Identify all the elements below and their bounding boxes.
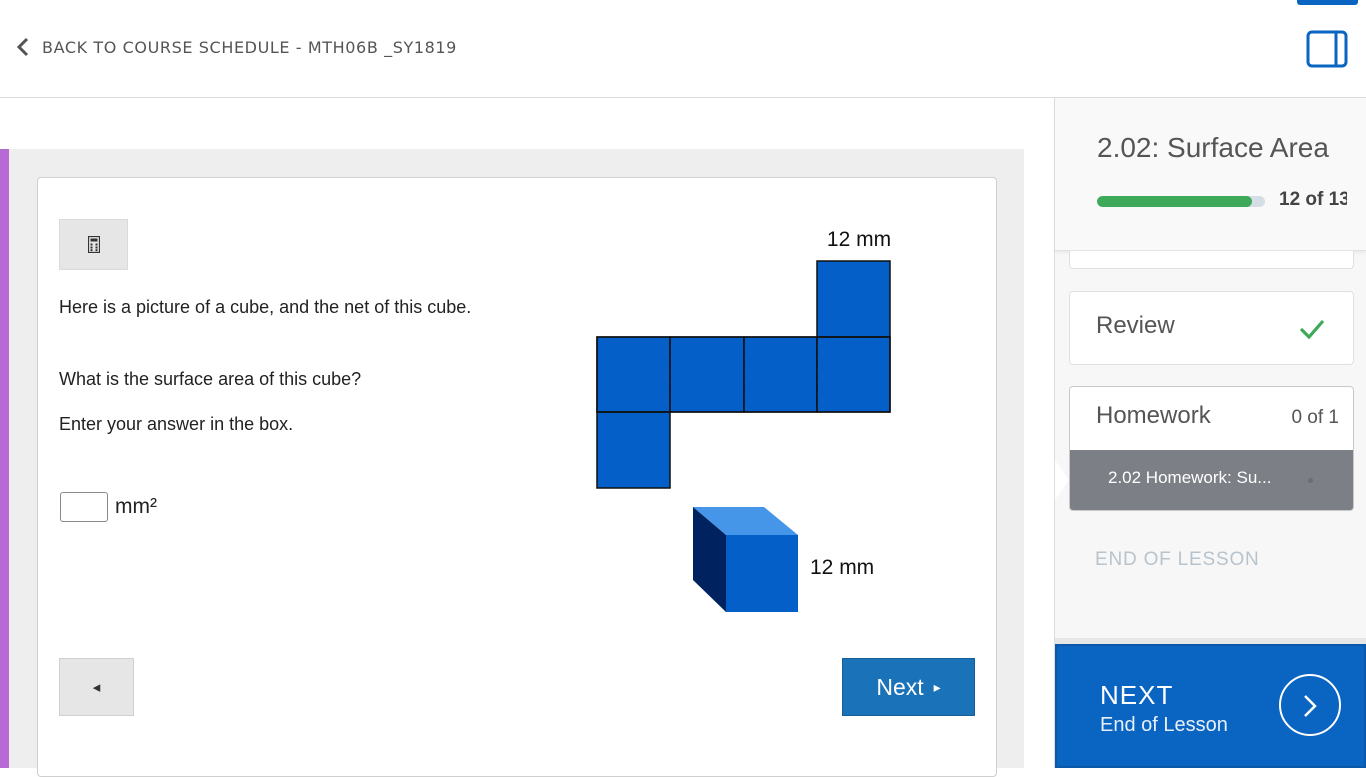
answer-input[interactable]	[60, 492, 108, 522]
homework-label: Homework	[1096, 402, 1211, 429]
answer-unit: mm²	[115, 495, 157, 518]
back-to-course-link[interactable]: BACK TO COURSE SCHEDULE - MTH06B _SY1819	[14, 34, 457, 60]
lesson-progress-fill	[1097, 196, 1252, 207]
review-label: Review	[1096, 312, 1175, 339]
net-face	[596, 336, 671, 413]
net-face	[816, 336, 891, 413]
net-face	[816, 260, 891, 338]
chevron-right-circle-icon[interactable]	[1279, 674, 1341, 736]
chevron-left-icon	[16, 37, 29, 57]
lesson-progress-bar	[1097, 196, 1265, 207]
question-prompt: What is the surface area of this cube?	[59, 369, 362, 389]
lesson-header: 2.02: Surface Area 12 of 13	[1055, 98, 1366, 251]
homework-item[interactable]: 2.02 Homework: Su...	[1070, 450, 1353, 510]
end-of-lesson-label: END OF LESSON	[1095, 549, 1260, 570]
top-bar: BACK TO COURSE SCHEDULE - MTH06B _SY1819	[0, 0, 1366, 98]
answer-row: mm²	[60, 492, 157, 522]
checkmark-icon	[1299, 319, 1325, 340]
calculator-icon	[87, 236, 100, 253]
previous-button[interactable]: ◂	[59, 658, 134, 716]
back-link-label: BACK TO COURSE SCHEDULE - MTH06B _SY1819	[42, 37, 457, 57]
previous-activity-card[interactable]	[1069, 251, 1354, 269]
net-dimension-label: 12 mm	[827, 228, 891, 251]
top-accent-tab[interactable]	[1297, 0, 1358, 5]
next-panel-title: NEXT	[1100, 680, 1174, 710]
lesson-progress-count: 12 of 13	[1279, 189, 1347, 210]
question-stage: Here is a picture of a cube, and the net…	[0, 149, 1024, 777]
lesson-title: 2.02: Surface Area	[1097, 132, 1329, 163]
stage-accent-bar	[0, 149, 9, 768]
next-button[interactable]: Next ▸	[842, 658, 975, 716]
status-dot-icon	[1308, 478, 1313, 483]
next-activity-panel[interactable]: NEXT End of Lesson	[1055, 644, 1366, 768]
panel-toggle-icon[interactable]	[1306, 30, 1348, 68]
next-panel-subtitle: End of Lesson	[1100, 714, 1228, 736]
homework-count: 0 of 1	[1291, 407, 1339, 428]
homework-item-label: 2.02 Homework: Su...	[1108, 468, 1272, 487]
net-face	[743, 336, 818, 413]
triangle-left-icon: ◂	[92, 679, 101, 696]
cube-diagram: 12 mm 12 mm	[596, 228, 891, 612]
net-face	[596, 411, 671, 489]
question-card: Here is a picture of a cube, and the net…	[37, 177, 997, 777]
active-pointer	[1055, 460, 1069, 500]
homework-activity: Homework 0 of 1 2.02 Homework: Su...	[1069, 386, 1354, 511]
net-face	[669, 336, 745, 413]
next-button-label: Next	[876, 673, 924, 700]
question-intro: Here is a picture of a cube, and the net…	[59, 297, 472, 317]
cube-front-face	[726, 535, 798, 612]
calculator-button[interactable]	[59, 219, 128, 270]
triangle-right-icon: ▸	[933, 678, 941, 695]
question-instruction: Enter your answer in the box.	[59, 414, 294, 434]
review-activity[interactable]: Review	[1069, 291, 1354, 365]
cube-dimension-label: 12 mm	[810, 556, 874, 579]
cube-3d	[693, 507, 798, 612]
